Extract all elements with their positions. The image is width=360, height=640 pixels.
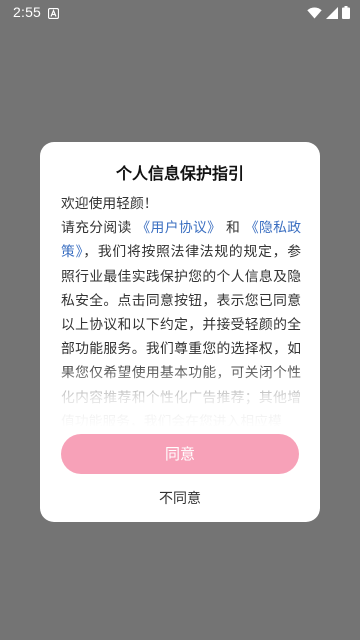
wifi-icon xyxy=(307,6,322,24)
user-agreement-link[interactable]: 《用户协议》 xyxy=(136,220,221,236)
dialog-title: 个人信息保护指引 xyxy=(115,164,244,183)
scroll-fade-overlay xyxy=(40,362,320,428)
privacy-guide-dialog: 个人信息保护指引 欢迎使用轻颜！ 请充分阅读 《用户协议》 和 《隐私政策》，我… xyxy=(40,142,320,522)
cellular-signal-icon xyxy=(326,6,338,24)
status-bar: 2:55 xyxy=(0,0,360,26)
status-time: 2:55 xyxy=(13,4,42,20)
disagree-button[interactable]: 不同意 xyxy=(40,486,320,512)
battery-icon xyxy=(342,6,350,24)
greeting-text: 欢迎使用轻颜！ xyxy=(61,196,158,212)
intro-text: 请充分阅读 xyxy=(61,220,132,237)
letter-a-notification-icon xyxy=(47,6,60,20)
status-icons xyxy=(307,6,350,24)
conjunction-text: 和 xyxy=(225,220,241,237)
agree-button[interactable]: 同意 xyxy=(61,434,299,474)
